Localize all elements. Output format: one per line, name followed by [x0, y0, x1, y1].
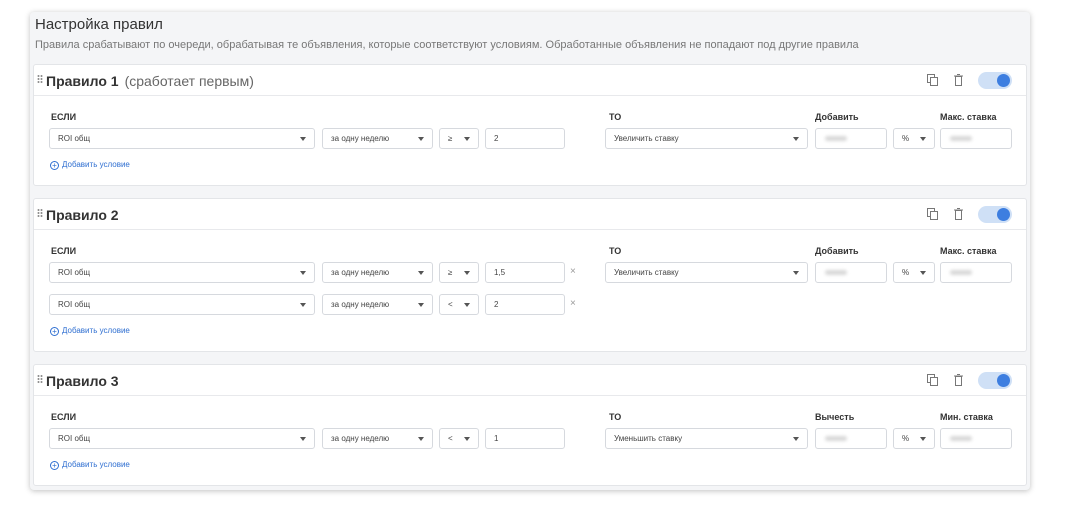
- toggle-knob: [997, 74, 1010, 87]
- copy-icon[interactable]: [927, 208, 938, 220]
- action-select[interactable]: Увеличить ставку: [605, 262, 808, 283]
- limit-label: Мин. ставка: [940, 412, 993, 422]
- amount-input[interactable]: [815, 262, 887, 283]
- value-input[interactable]: 1: [485, 428, 565, 449]
- period-select[interactable]: за одну неделю: [322, 294, 433, 315]
- rule-enabled-toggle[interactable]: [978, 206, 1012, 223]
- then-label: ТО: [609, 112, 622, 122]
- drag-handle-icon[interactable]: [37, 208, 43, 218]
- if-label: ЕСЛИ: [51, 246, 77, 256]
- remove-condition-button[interactable]: ×: [570, 299, 576, 309]
- period-select[interactable]: за одну неделю: [322, 128, 433, 149]
- unit-select[interactable]: %: [893, 128, 935, 149]
- drag-handle-icon[interactable]: [37, 74, 43, 84]
- rule-card: Правило 3 ЕСЛИ ТО Вычесть Мин. ставка RO…: [33, 364, 1027, 486]
- amount-input[interactable]: [815, 428, 887, 449]
- value-input[interactable]: 1,5: [485, 262, 565, 283]
- then-label: ТО: [609, 246, 622, 256]
- rule-header: Правило 3: [34, 365, 1026, 396]
- rule-title: Правило 1 (сработает первым): [46, 73, 254, 89]
- limit-input[interactable]: [940, 128, 1012, 149]
- operator-select[interactable]: ≥: [439, 262, 479, 283]
- operator-select[interactable]: <: [439, 428, 479, 449]
- rule-title: Правило 3: [46, 373, 119, 389]
- trash-icon[interactable]: [954, 208, 963, 220]
- limit-input[interactable]: [940, 262, 1012, 283]
- period-select[interactable]: за одну неделю: [322, 262, 433, 283]
- metric-select[interactable]: ROI общ: [49, 428, 315, 449]
- toggle-knob: [997, 374, 1010, 387]
- plus-circle-icon: +: [50, 161, 59, 170]
- unit-select[interactable]: %: [893, 428, 935, 449]
- rule-name: Правило 3: [46, 373, 119, 389]
- drag-handle-icon[interactable]: [37, 374, 43, 384]
- rule-header: Правило 1 (сработает первым): [34, 65, 1026, 96]
- add-condition-link[interactable]: + Добавить условие: [50, 460, 130, 470]
- action-select[interactable]: Увеличить ставку: [605, 128, 808, 149]
- metric-select[interactable]: ROI общ: [49, 294, 315, 315]
- toggle-knob: [997, 208, 1010, 221]
- metric-select[interactable]: ROI общ: [49, 262, 315, 283]
- metric-select[interactable]: ROI общ: [49, 128, 315, 149]
- unit-select[interactable]: %: [893, 262, 935, 283]
- plus-circle-icon: +: [50, 327, 59, 336]
- copy-icon[interactable]: [927, 74, 938, 86]
- limit-label: Макс. ставка: [940, 112, 997, 122]
- trash-icon[interactable]: [954, 74, 963, 86]
- add-condition-link[interactable]: + Добавить условие: [50, 326, 130, 336]
- limit-label: Макс. ставка: [940, 246, 997, 256]
- remove-condition-button[interactable]: ×: [570, 267, 576, 277]
- rule-card: Правило 2 ЕСЛИ ТО Добавить Макс. ставка …: [33, 198, 1027, 352]
- trash-icon[interactable]: [954, 374, 963, 386]
- operator-select[interactable]: ≥: [439, 128, 479, 149]
- amount-input[interactable]: [815, 128, 887, 149]
- plus-circle-icon: +: [50, 461, 59, 470]
- rule-card: Правило 1 (сработает первым) ЕСЛИ ТО Доба…: [33, 64, 1027, 186]
- rule-enabled-toggle[interactable]: [978, 72, 1012, 89]
- copy-icon[interactable]: [927, 374, 938, 386]
- amount-label: Добавить: [815, 112, 859, 122]
- add-condition-link[interactable]: + Добавить условие: [50, 160, 130, 170]
- limit-input[interactable]: [940, 428, 1012, 449]
- then-label: ТО: [609, 412, 622, 422]
- operator-select[interactable]: <: [439, 294, 479, 315]
- amount-label: Вычесть: [815, 412, 855, 422]
- page-title: Настройка правил: [35, 16, 163, 33]
- period-select[interactable]: за одну неделю: [322, 428, 433, 449]
- rule-header: Правило 2: [34, 199, 1026, 230]
- if-label: ЕСЛИ: [51, 112, 77, 122]
- amount-label: Добавить: [815, 246, 859, 256]
- value-input[interactable]: 2: [485, 128, 565, 149]
- rule-title: Правило 2: [46, 207, 119, 223]
- action-select[interactable]: Уменьшить ставку: [605, 428, 808, 449]
- value-input[interactable]: 2: [485, 294, 565, 315]
- page-subtitle: Правила срабатывают по очереди, обрабаты…: [35, 39, 859, 51]
- rules-settings-panel: Настройка правил Правила срабатывают по …: [30, 12, 1030, 490]
- if-label: ЕСЛИ: [51, 412, 77, 422]
- rule-name: Правило 2: [46, 207, 119, 223]
- rule-name: Правило 1: [46, 73, 119, 89]
- rule-enabled-toggle[interactable]: [978, 372, 1012, 389]
- rule-note: (сработает первым): [124, 73, 254, 89]
